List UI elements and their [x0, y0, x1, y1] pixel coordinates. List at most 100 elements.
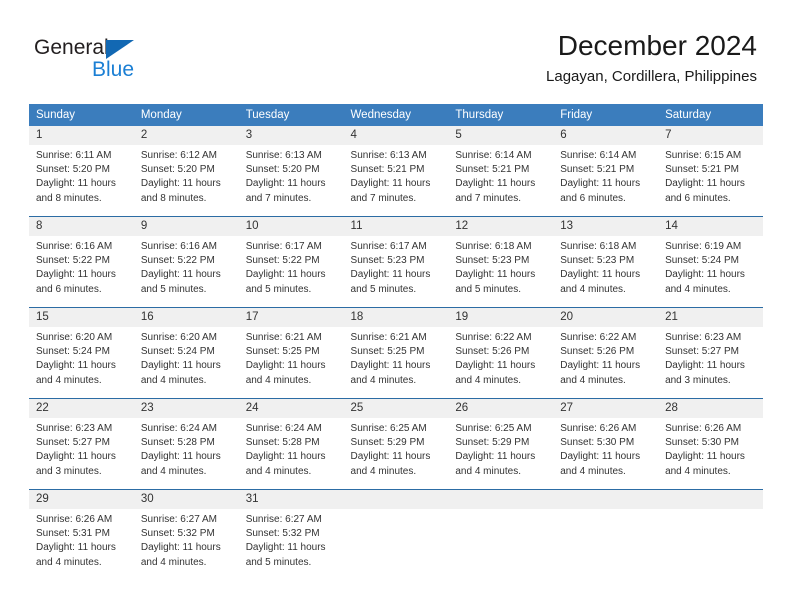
- weekday-header-row: Sunday Monday Tuesday Wednesday Thursday…: [29, 104, 763, 126]
- day-cell[interactable]: 16 Sunrise: 6:20 AM Sunset: 5:24 PM Dayligh…: [133, 307, 239, 399]
- sunset-text: Sunset: 5:24 PM: [36, 346, 110, 358]
- day-cell[interactable]: 14 Sunrise: 6:19 AM Sunset: 5:24 PM Dayligh…: [658, 216, 763, 308]
- brand-name-blue: Blue: [92, 58, 135, 81]
- day-number: 2: [133, 126, 239, 145]
- day-details: Sunrise: 6:24 AM Sunset: 5:28 PM Daylight:…: [239, 418, 344, 479]
- day-details: Sunrise: 6:20 AM Sunset: 5:24 PM Daylight:…: [134, 327, 239, 388]
- day-cell[interactable]: 13 Sunrise: 6:18 AM Sunset: 5:23 PM Dayligh…: [553, 216, 659, 308]
- day-cell[interactable]: 5 Sunrise: 6:14 AM Sunset: 5:21 PM Daylight…: [448, 126, 554, 217]
- sunset-text: Sunset: 5:27 PM: [665, 346, 739, 358]
- sunset-text: Sunset: 5:25 PM: [350, 346, 425, 358]
- daylight-text-line1: Daylight: 11 hours: [140, 542, 221, 554]
- daylight-text-line2: and 5 minutes.: [350, 283, 417, 295]
- week-row: 15 Sunrise: 6:20 AM Sunset: 5:24 PM Dayligh…: [29, 307, 763, 399]
- day-cell[interactable]: 2 Sunrise: 6:12 AM Sunset: 5:20 PM Daylight…: [133, 126, 239, 217]
- daylight-text-line2: and 4 minutes.: [665, 465, 731, 477]
- day-cell[interactable]: 28 Sunrise: 6:26 AM Sunset: 5:30 PM Dayligh…: [658, 398, 763, 490]
- daylight-text-line1: Daylight: 11 hours: [560, 360, 641, 372]
- day-cell[interactable]: 11 Sunrise: 6:17 AM Sunset: 5:23 PM Dayligh…: [343, 216, 449, 308]
- daylight-text-line1: Daylight: 11 hours: [245, 178, 326, 190]
- day-cell[interactable]: 9 Sunrise: 6:16 AM Sunset: 5:22 PM Daylight…: [133, 216, 239, 308]
- day-cell[interactable]: 22 Sunrise: 6:23 AM Sunset: 5:27 PM Dayligh…: [29, 398, 134, 490]
- day-cell[interactable]: 10 Sunrise: 6:17 AM Sunset: 5:22 PM Dayligh…: [238, 216, 344, 308]
- day-cell[interactable]: 21 Sunrise: 6:23 AM Sunset: 5:27 PM Dayligh…: [658, 307, 763, 399]
- day-number: [448, 490, 554, 509]
- sunset-text: Sunset: 5:20 PM: [36, 164, 110, 176]
- sunrise-text: Sunrise: 6:13 AM: [350, 150, 427, 161]
- daylight-text-line2: and 7 minutes.: [350, 192, 417, 204]
- day-details: Sunrise: 6:26 AM Sunset: 5:30 PM Daylight:…: [658, 418, 763, 479]
- day-cell[interactable]: 17 Sunrise: 6:21 AM Sunset: 5:25 PM Dayligh…: [238, 307, 344, 399]
- sunset-text: Sunset: 5:29 PM: [350, 437, 425, 449]
- day-cell[interactable]: 20 Sunrise: 6:22 AM Sunset: 5:26 PM Dayligh…: [553, 307, 659, 399]
- day-cell[interactable]: 4 Sunrise: 6:13 AM Sunset: 5:21 PM Daylight…: [343, 126, 449, 217]
- day-cell[interactable]: 25 Sunrise: 6:25 AM Sunset: 5:29 PM Dayligh…: [343, 398, 449, 490]
- daylight-text-line2: and 4 minutes.: [350, 465, 417, 477]
- day-cell[interactable]: 1 Sunrise: 6:11 AM Sunset: 5:20 PM Daylight…: [29, 126, 134, 217]
- day-number: 13: [553, 217, 659, 236]
- sunrise-text: Sunrise: 6:21 AM: [245, 332, 322, 343]
- day-details: Sunrise: 6:23 AM Sunset: 5:27 PM Daylight:…: [658, 327, 763, 388]
- day-cell[interactable]: 26 Sunrise: 6:25 AM Sunset: 5:29 PM Dayligh…: [448, 398, 554, 490]
- day-cell[interactable]: 6 Sunrise: 6:14 AM Sunset: 5:21 PM Daylight…: [553, 126, 659, 217]
- day-cell[interactable]: 24 Sunrise: 6:24 AM Sunset: 5:28 PM Dayligh…: [238, 398, 344, 490]
- day-number: 15: [29, 308, 134, 327]
- day-cell[interactable]: 7 Sunrise: 6:15 AM Sunset: 5:21 PM Daylight…: [658, 126, 763, 217]
- daylight-text-line2: and 4 minutes.: [140, 556, 207, 568]
- sunrise-text: Sunrise: 6:18 AM: [560, 241, 637, 252]
- daylight-text-line2: and 3 minutes.: [36, 465, 102, 477]
- day-cell[interactable]: 18 Sunrise: 6:21 AM Sunset: 5:25 PM Dayligh…: [343, 307, 449, 399]
- sunrise-text: Sunrise: 6:15 AM: [665, 150, 742, 161]
- day-number: 4: [343, 126, 449, 145]
- sunrise-text: Sunrise: 6:11 AM: [36, 150, 112, 161]
- sunset-text: Sunset: 5:32 PM: [140, 528, 215, 540]
- day-details: Sunrise: 6:22 AM Sunset: 5:26 PM Daylight:…: [553, 327, 658, 388]
- brand-logo[interactable]: General Blue: [34, 36, 264, 86]
- day-details: Sunrise: 6:19 AM Sunset: 5:24 PM Daylight:…: [658, 236, 763, 297]
- daylight-text-line2: and 4 minutes.: [140, 465, 207, 477]
- day-number: 29: [29, 490, 134, 509]
- sunrise-text: Sunrise: 6:14 AM: [560, 150, 637, 161]
- daylight-text-line1: Daylight: 11 hours: [665, 269, 745, 281]
- day-details: Sunrise: 6:21 AM Sunset: 5:25 PM Daylight:…: [239, 327, 344, 388]
- day-details: Sunrise: 6:22 AM Sunset: 5:26 PM Daylight:…: [448, 327, 553, 388]
- sunset-text: Sunset: 5:29 PM: [455, 437, 530, 449]
- daylight-text-line2: and 4 minutes.: [245, 374, 312, 386]
- day-cell[interactable]: 19 Sunrise: 6:22 AM Sunset: 5:26 PM Dayligh…: [448, 307, 554, 399]
- day-number: 3: [238, 126, 344, 145]
- daylight-text-line2: and 8 minutes.: [140, 192, 207, 204]
- sunset-text: Sunset: 5:28 PM: [140, 437, 215, 449]
- sunrise-text: Sunrise: 6:24 AM: [245, 423, 322, 434]
- day-details: Sunrise: 6:25 AM Sunset: 5:29 PM Daylight:…: [344, 418, 449, 479]
- daylight-text-line1: Daylight: 11 hours: [665, 451, 745, 463]
- day-number: 21: [658, 308, 763, 327]
- daylight-text-line1: Daylight: 11 hours: [140, 360, 221, 372]
- sunset-text: Sunset: 5:22 PM: [140, 255, 215, 267]
- day-cell[interactable]: 12 Sunrise: 6:18 AM Sunset: 5:23 PM Dayligh…: [448, 216, 554, 308]
- sunrise-text: Sunrise: 6:22 AM: [560, 332, 637, 343]
- day-cell[interactable]: 29 Sunrise: 6:26 AM Sunset: 5:31 PM Dayligh…: [29, 489, 134, 580]
- day-cell[interactable]: 31 Sunrise: 6:27 AM Sunset: 5:32 PM Dayligh…: [238, 489, 344, 580]
- day-details: Sunrise: 6:21 AM Sunset: 5:25 PM Daylight:…: [344, 327, 449, 388]
- day-cell[interactable]: 27 Sunrise: 6:26 AM Sunset: 5:30 PM Dayligh…: [553, 398, 659, 490]
- sunrise-text: Sunrise: 6:22 AM: [455, 332, 532, 343]
- daylight-text-line2: and 5 minutes.: [140, 283, 207, 295]
- day-cell[interactable]: 15 Sunrise: 6:20 AM Sunset: 5:24 PM Dayligh…: [29, 307, 134, 399]
- sunrise-text: Sunrise: 6:26 AM: [36, 514, 113, 525]
- daylight-text-line1: Daylight: 11 hours: [665, 178, 745, 190]
- daylight-text-line2: and 6 minutes.: [560, 192, 626, 204]
- day-number: 11: [343, 217, 449, 236]
- day-cell[interactable]: 8 Sunrise: 6:16 AM Sunset: 5:22 PM Daylight…: [29, 216, 134, 308]
- daylight-text-line2: and 7 minutes.: [455, 192, 521, 204]
- sunrise-text: Sunrise: 6:27 AM: [245, 514, 322, 525]
- sunrise-text: Sunrise: 6:14 AM: [455, 150, 532, 161]
- day-details: Sunrise: 6:11 AM Sunset: 5:20 PM Daylight:…: [29, 145, 134, 206]
- weekday-header-saturday: Saturday: [658, 104, 763, 126]
- day-details: Sunrise: 6:15 AM Sunset: 5:21 PM Daylight:…: [658, 145, 763, 206]
- day-cell[interactable]: 30 Sunrise: 6:27 AM Sunset: 5:32 PM Dayligh…: [133, 489, 239, 580]
- day-cell[interactable]: 23 Sunrise: 6:24 AM Sunset: 5:28 PM Dayligh…: [133, 398, 239, 490]
- sunset-text: Sunset: 5:21 PM: [350, 164, 425, 176]
- day-number: [343, 490, 449, 509]
- day-details: [448, 509, 553, 513]
- day-cell[interactable]: 3 Sunrise: 6:13 AM Sunset: 5:20 PM Daylight…: [238, 126, 344, 217]
